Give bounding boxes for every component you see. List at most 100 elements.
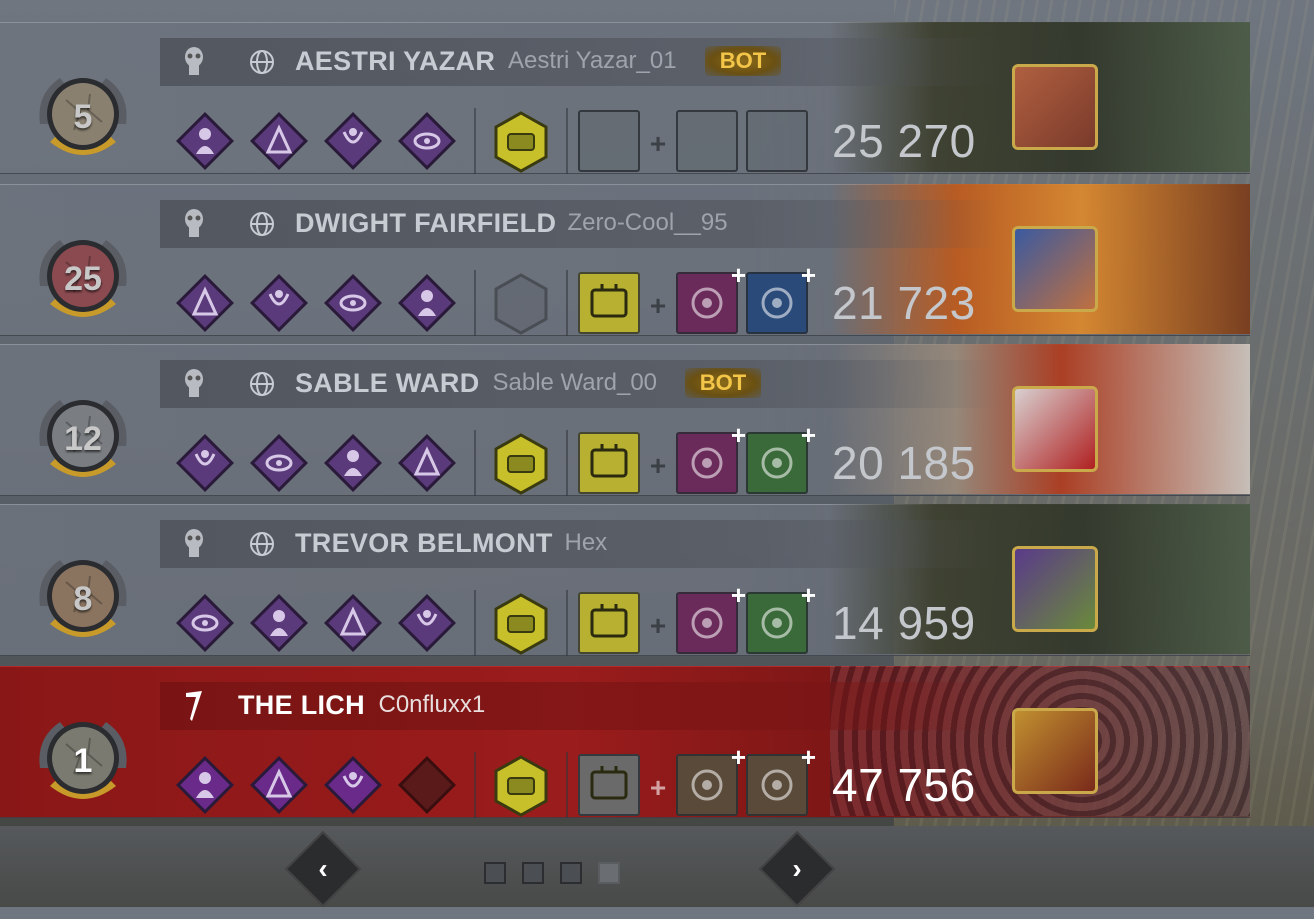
empty-offering-slot[interactable] — [492, 272, 550, 336]
killer-icon — [178, 688, 210, 724]
globe-icon — [248, 370, 276, 398]
cable-addon-icon[interactable]: + — [746, 582, 816, 654]
empty-perk-slot[interactable] — [394, 752, 460, 818]
offering-icon[interactable] — [492, 592, 550, 656]
chevron-left-icon: ‹ — [318, 853, 328, 884]
separator — [474, 108, 476, 174]
character-name: AESTRI YAZAR — [295, 46, 496, 76]
addon-plus-icon: + — [730, 742, 746, 772]
burning-contraption-portrait[interactable] — [1012, 64, 1098, 150]
gear-addon-icon[interactable]: + — [676, 582, 746, 654]
skull-icon — [178, 366, 210, 402]
character-name: TREVOR BELMONT — [295, 528, 553, 558]
scoreboard-row: SABLE WARD Sable Ward_00 BOT 12 + + +20 185 — [0, 338, 1250, 496]
globe-icon — [248, 210, 276, 238]
page-indicator-2[interactable] — [522, 862, 544, 884]
globe-icon — [248, 530, 276, 558]
perk-icon[interactable] — [172, 752, 238, 818]
separator — [566, 590, 568, 656]
player-handle: Sable Ward_00 — [492, 369, 658, 396]
separator — [474, 590, 476, 656]
skull-icon — [178, 44, 210, 80]
perk-icon[interactable] — [320, 430, 386, 496]
plus-icon: + — [649, 610, 667, 641]
skull-icon — [178, 526, 210, 562]
perk-icon[interactable] — [320, 752, 386, 818]
empty-addon-slot[interactable] — [746, 110, 808, 172]
score-value: 14 959 — [832, 597, 976, 649]
camera-portrait[interactable] — [1012, 708, 1098, 794]
rank-number: 5 — [73, 97, 93, 136]
rank-medal: 25 — [30, 226, 136, 332]
monster-portrait[interactable] — [1012, 226, 1098, 312]
rank-number: 1 — [73, 741, 93, 780]
medkit-icon[interactable] — [578, 272, 640, 334]
perk-icon[interactable] — [394, 590, 460, 656]
perk-icon[interactable] — [246, 430, 312, 496]
map-addon-icon[interactable]: + — [676, 262, 746, 334]
rank-number: 8 — [73, 579, 93, 618]
toolbox-icon[interactable] — [578, 432, 640, 494]
addon-plus-icon: + — [730, 420, 746, 450]
addon-plus-icon: + — [730, 260, 746, 290]
score-value: 21 723 — [832, 277, 976, 329]
rank-medal: 8 — [30, 546, 136, 652]
empty-item-slot[interactable] — [578, 110, 640, 172]
quill-addon-icon[interactable]: + — [746, 744, 816, 816]
perk-icon[interactable] — [246, 108, 312, 174]
offering-icon[interactable] — [492, 432, 550, 496]
perk-icon[interactable] — [246, 590, 312, 656]
score-value: 20 185 — [832, 437, 976, 489]
separator — [566, 752, 568, 818]
separator — [566, 270, 568, 336]
bot-badge: BOT — [705, 46, 781, 76]
character-name: DWIGHT FAIRFIELD — [295, 208, 557, 238]
perk-icon[interactable] — [394, 108, 460, 174]
page-indicator-1[interactable] — [484, 862, 506, 884]
perk-icon[interactable] — [394, 430, 460, 496]
perk-icon[interactable] — [172, 108, 238, 174]
separator — [566, 430, 568, 496]
plus-icon: + — [649, 772, 667, 803]
player-handle: Aestri Yazar_01 — [508, 47, 677, 74]
perk-icon[interactable] — [172, 590, 238, 656]
player-handle: Hex — [564, 529, 608, 556]
perk-icon[interactable] — [172, 270, 238, 336]
addon-plus-icon: + — [800, 580, 816, 610]
page-indicator-4[interactable] — [598, 862, 620, 884]
separator — [474, 430, 476, 496]
empty-addon-slot[interactable] — [676, 110, 738, 172]
perk-icon[interactable] — [394, 270, 460, 336]
toolbox-icon[interactable] — [578, 592, 640, 654]
wire-addon-icon[interactable]: + — [746, 422, 816, 494]
spellbook-icon[interactable] — [578, 754, 640, 816]
page-indicator-3[interactable] — [560, 862, 582, 884]
perk-icon[interactable] — [320, 270, 386, 336]
glove-addon-icon[interactable]: + — [676, 744, 746, 816]
scoreboard-row: AESTRI YAZAR Aestri Yazar_01 BOT 5 +25 270 — [0, 16, 1250, 174]
character-name: SABLE WARD — [295, 368, 480, 398]
perk-icon[interactable] — [320, 108, 386, 174]
offering-icon[interactable] — [492, 754, 550, 818]
separator — [474, 752, 476, 818]
perk-icon[interactable] — [246, 270, 312, 336]
chevron-right-icon: › — [792, 853, 802, 884]
plus-icon: + — [649, 128, 667, 159]
addon-plus-icon: + — [800, 742, 816, 772]
separator — [566, 108, 568, 174]
offering-icon[interactable] — [492, 110, 550, 174]
bandage-addon-icon[interactable]: + — [746, 262, 816, 334]
perk-icon[interactable] — [172, 430, 238, 496]
perk-icon[interactable] — [246, 752, 312, 818]
score-value: 25 270 — [832, 115, 976, 167]
rank-medal: 12 — [30, 386, 136, 492]
gear-addon-icon[interactable]: + — [676, 422, 746, 494]
perk-icon[interactable] — [320, 590, 386, 656]
plus-icon: + — [649, 290, 667, 321]
plant-monster-portrait[interactable] — [1012, 546, 1098, 632]
rank-medal: 5 — [30, 64, 136, 170]
umbrella-portrait[interactable] — [1012, 386, 1098, 472]
rank-medal: 1 — [30, 708, 136, 814]
scoreboard-row: DWIGHT FAIRFIELD Zero-Cool__95 25 + + +21 723 — [0, 178, 1250, 336]
plus-icon: + — [649, 450, 667, 481]
